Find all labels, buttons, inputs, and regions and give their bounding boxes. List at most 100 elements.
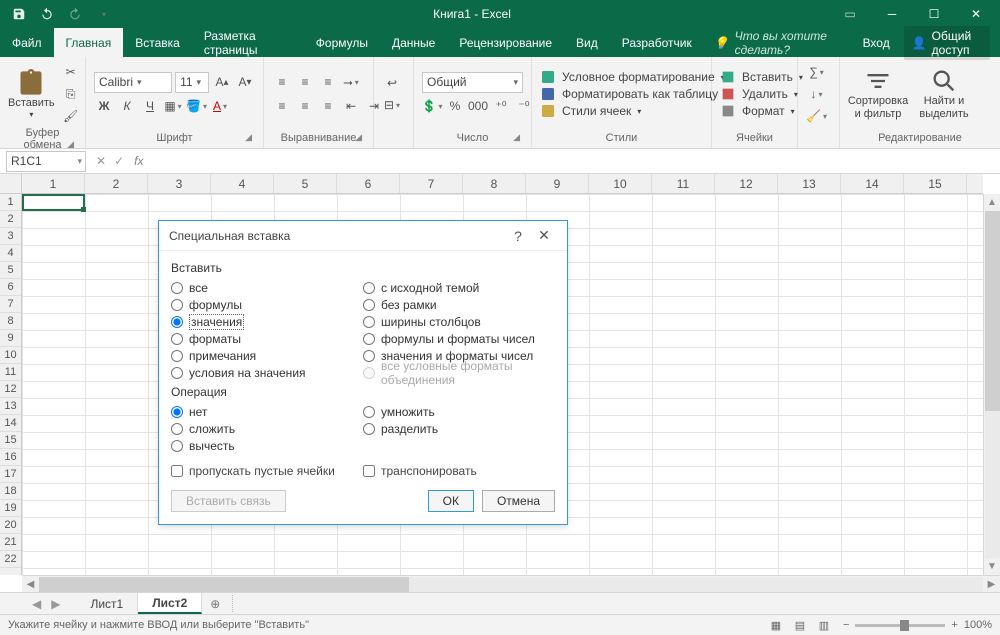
align-left-icon[interactable]: ≡ (272, 96, 292, 116)
increase-decimal-icon[interactable]: ⁺⁰ (491, 96, 511, 116)
sign-in-button[interactable]: Вход (863, 36, 890, 50)
copy-icon[interactable]: ⎘ (61, 84, 81, 104)
column-header[interactable]: 12 (715, 174, 778, 193)
row-header[interactable]: 10 (0, 347, 21, 364)
orientation-icon[interactable]: ⭢ (341, 72, 361, 92)
radio-option[interactable]: все (171, 279, 363, 296)
skip-blanks-checkbox[interactable]: пропускать пустые ячейки (171, 464, 363, 478)
column-header[interactable]: 11 (652, 174, 715, 193)
tab-formulas[interactable]: Формулы (304, 28, 380, 57)
row-header[interactable]: 22 (0, 551, 21, 568)
column-header[interactable]: 7 (400, 174, 463, 193)
row-header[interactable]: 17 (0, 466, 21, 483)
column-header[interactable]: 2 (85, 174, 148, 193)
fill-icon[interactable]: ↓ (806, 84, 827, 104)
wrap-text-icon[interactable]: ↩ (382, 73, 402, 93)
radio-option[interactable]: формулы и форматы чисел (363, 330, 555, 347)
radio-option[interactable]: формулы (171, 296, 363, 313)
font-color-icon[interactable]: A (210, 96, 230, 116)
scroll-down-icon[interactable]: ▼ (987, 558, 997, 575)
zoom-out-icon[interactable]: − (843, 619, 849, 631)
row-header[interactable]: 16 (0, 449, 21, 466)
paste-link-button[interactable]: Вставить связь (171, 490, 286, 512)
accounting-format-icon[interactable]: 💲 (422, 96, 442, 116)
row-header[interactable]: 3 (0, 228, 21, 245)
insert-cells-button[interactable]: Вставить ▾ (720, 69, 803, 85)
cancel-button[interactable]: Отмена (482, 490, 555, 512)
cancel-formula-icon[interactable]: ✕ (96, 154, 106, 168)
column-header[interactable]: 5 (274, 174, 337, 193)
tab-nav-next-icon[interactable]: ▶ (51, 597, 60, 611)
radio-option[interactable]: вычесть (171, 437, 363, 454)
bold-icon[interactable]: Ж (94, 96, 114, 116)
undo-icon[interactable] (36, 3, 58, 25)
font-family-combo[interactable]: Calibri▾ (94, 72, 172, 93)
tabs-splitter[interactable] (232, 595, 238, 612)
formula-bar[interactable]: fx (134, 151, 1000, 172)
row-header[interactable]: 14 (0, 415, 21, 432)
clear-icon[interactable]: 🧹 (806, 106, 827, 126)
row-header[interactable]: 15 (0, 432, 21, 449)
radio-option[interactable]: умножить (363, 403, 555, 420)
conditional-formatting-button[interactable]: Условное форматирование ▾ (540, 69, 728, 85)
sheet-tab-1[interactable]: Лист1 (76, 593, 138, 614)
radio-option[interactable]: без рамки (363, 296, 555, 313)
row-header[interactable]: 2 (0, 211, 21, 228)
align-middle-icon[interactable]: ≡ (295, 72, 315, 92)
tab-nav-prev-icon[interactable]: ◀ (32, 597, 41, 611)
tab-review[interactable]: Рецензирование (447, 28, 564, 57)
v-scroll-thumb[interactable] (985, 211, 1000, 411)
font-size-combo[interactable]: 11▾ (175, 72, 209, 93)
merge-icon[interactable]: ⊟ (382, 95, 402, 115)
format-as-table-button[interactable]: Форматировать как таблицу ▾ (540, 86, 728, 102)
save-icon[interactable] (8, 3, 30, 25)
radio-option[interactable]: с исходной темой (363, 279, 555, 296)
find-select-button[interactable]: Найти и выделить (914, 61, 974, 127)
tab-page-layout[interactable]: Разметка страницы (192, 28, 304, 57)
qat-customize-icon[interactable] (92, 3, 114, 25)
add-sheet-button[interactable]: ⊕ (202, 593, 228, 614)
scroll-left-icon[interactable]: ◀ (22, 579, 39, 590)
decrease-decimal-icon[interactable]: ⁻⁰ (514, 96, 534, 116)
scroll-up-icon[interactable]: ▲ (987, 194, 997, 211)
align-bottom-icon[interactable]: ≡ (318, 72, 338, 92)
radio-option[interactable]: нет (171, 403, 363, 420)
comma-icon[interactable]: 000 (468, 96, 488, 116)
tab-data[interactable]: Данные (380, 28, 447, 57)
name-box[interactable]: R1C1▾ (6, 151, 86, 172)
dialog-help-icon[interactable]: ? (505, 228, 531, 244)
row-header[interactable]: 21 (0, 534, 21, 551)
align-right-icon[interactable]: ≡ (318, 96, 338, 116)
column-header[interactable]: 6 (337, 174, 400, 193)
dialog-launcher-icon[interactable]: ◢ (513, 132, 520, 143)
autosum-icon[interactable]: ∑ (806, 62, 827, 82)
enter-formula-icon[interactable]: ✓ (114, 154, 124, 168)
row-header[interactable]: 13 (0, 398, 21, 415)
column-header[interactable]: 14 (841, 174, 904, 193)
zoom-in-icon[interactable]: + (951, 619, 957, 631)
row-headers[interactable]: 12345678910111213141516171819202122 (0, 194, 22, 575)
column-header[interactable]: 13 (778, 174, 841, 193)
sort-filter-button[interactable]: Сортировка и фильтр (848, 61, 908, 127)
dialog-launcher-icon[interactable]: ◢ (67, 139, 74, 150)
indent-decrease-icon[interactable]: ⇤ (341, 96, 361, 116)
radio-option[interactable]: разделить (363, 420, 555, 437)
cell-styles-button[interactable]: Стили ячеек ▾ (540, 103, 728, 119)
column-header[interactable]: 9 (526, 174, 589, 193)
maximize-icon[interactable]: ☐ (914, 2, 954, 26)
percent-icon[interactable]: % (445, 96, 465, 116)
row-header[interactable]: 8 (0, 313, 21, 330)
row-header[interactable]: 4 (0, 245, 21, 262)
h-scroll-thumb[interactable] (39, 577, 409, 592)
tab-home[interactable]: Главная (54, 28, 124, 57)
row-header[interactable]: 5 (0, 262, 21, 279)
align-center-icon[interactable]: ≡ (295, 96, 315, 116)
radio-option[interactable]: форматы (171, 330, 363, 347)
radio-option[interactable]: сложить (171, 420, 363, 437)
tell-me-search[interactable]: 💡Что вы хотите сделать? (704, 28, 863, 57)
delete-cells-button[interactable]: Удалить ▾ (720, 86, 803, 102)
ribbon-options-icon[interactable]: ▭ (830, 2, 870, 26)
column-headers[interactable]: 123456789101112131415 (22, 174, 983, 194)
cut-icon[interactable]: ✂ (61, 62, 81, 82)
format-cells-button[interactable]: Формат ▾ (720, 103, 803, 119)
